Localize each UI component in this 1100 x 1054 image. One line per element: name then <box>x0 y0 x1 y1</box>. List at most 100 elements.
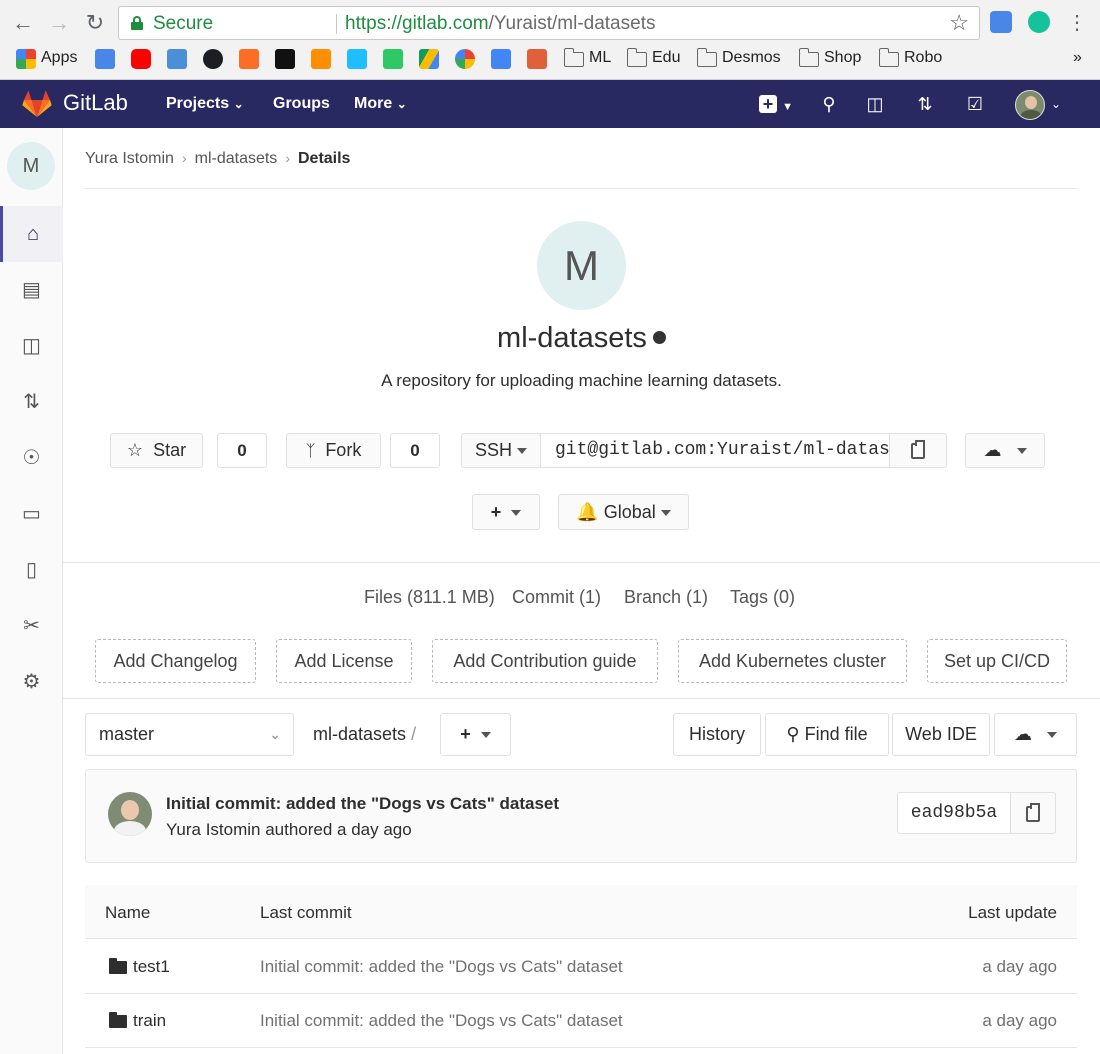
bookmark-folder-desmos[interactable]: Desmos <box>722 49 781 67</box>
address-bar[interactable]: Secure https://gitlab.com/Yuraist/ml-dat… <box>118 6 980 40</box>
file-last-commit[interactable]: Initial commit: added the "Dogs vs Cats"… <box>260 1011 623 1031</box>
snippets-scissors-icon[interactable]: ✂ <box>0 598 63 654</box>
plus-icon: + <box>490 502 502 522</box>
column-last-update: Last update <box>968 903 1057 922</box>
copy-url-button[interactable] <box>889 433 947 468</box>
back-arrow-icon[interactable]: ← <box>10 10 36 36</box>
bookmark-folder-ml[interactable]: ML <box>589 49 611 67</box>
search-icon: ⚲ <box>786 724 800 744</box>
translate-bookmark-icon[interactable] <box>95 49 115 69</box>
messages-bookmark-icon[interactable] <box>167 49 187 69</box>
setup-ci-cd-button[interactable]: Set up CI/CD <box>927 639 1067 683</box>
url-text[interactable]: https://gitlab.com/Yuraist/ml-datasets <box>345 13 655 35</box>
divider <box>63 562 1100 563</box>
star-count[interactable]: 0 <box>217 433 267 468</box>
issues-icon[interactable]: ◫ <box>863 91 887 117</box>
folder-icon <box>626 48 647 67</box>
download-cloud-icon: ☁ <box>1013 724 1032 744</box>
nav-more[interactable]: More ⌄ <box>354 95 407 113</box>
chevron-down-icon: ⌄ <box>269 726 281 742</box>
operations-icon[interactable]: ▭ <box>0 486 63 542</box>
gitlab-tanuki-icon[interactable] <box>22 90 52 118</box>
history-button[interactable]: History <box>673 713 761 756</box>
web-ide-button[interactable]: Web IDE <box>892 713 990 756</box>
files-stat-link[interactable]: Files (811.1 MB) <box>364 587 495 608</box>
translate-extension-icon[interactable] <box>990 11 1012 33</box>
merge-requests-icon[interactable]: ⇅ <box>913 91 937 117</box>
breadcrumb-owner[interactable]: Yura Istomin <box>85 150 174 167</box>
table-row[interactable]: train Initial commit: added the "Dogs vs… <box>85 994 1077 1048</box>
bookmark-star-icon[interactable]: ☆ <box>949 10 969 36</box>
commit-title[interactable]: Initial commit: added the "Dogs vs Cats"… <box>166 794 559 814</box>
commits-stat-link[interactable]: Commit (1) <box>512 587 601 608</box>
search-icon[interactable]: ⚲ <box>818 91 840 117</box>
bookmark-icon-orange[interactable] <box>527 49 547 69</box>
browser-menu-icon[interactable]: ⋮ <box>1064 10 1090 36</box>
repository-document-icon[interactable]: ▤ <box>0 262 63 318</box>
ci-cd-icon[interactable]: ☉ <box>0 430 63 486</box>
nav-projects[interactable]: Projects ⌄ <box>166 95 244 113</box>
find-file-button[interactable]: ⚲ Find file <box>765 713 889 756</box>
add-license-button[interactable]: Add License <box>276 639 412 683</box>
tensorflow-bookmark-icon[interactable] <box>311 49 331 69</box>
more-bookmarks-chevron[interactable]: » <box>1073 49 1082 67</box>
add-contribution-guide-button[interactable]: Add Contribution guide <box>432 639 658 683</box>
home-icon[interactable]: ⌂ <box>0 206 63 262</box>
bookmark-folder-shop[interactable]: Shop <box>824 49 861 67</box>
branches-stat-link[interactable]: Branch (1) <box>624 587 708 608</box>
new-item-dropdown[interactable]: + <box>472 494 540 530</box>
download-dropdown[interactable]: ☁ <box>994 713 1077 756</box>
add-kubernetes-cluster-button[interactable]: Add Kubernetes cluster <box>678 639 907 683</box>
commit-author-avatar[interactable] <box>108 792 152 836</box>
add-to-tree-dropdown[interactable]: + <box>440 713 511 756</box>
bookmark-folder-robo[interactable]: Robo <box>904 49 942 67</box>
photos-bookmark-icon[interactable] <box>455 49 475 69</box>
clone-protocol-dropdown[interactable]: SSH <box>461 433 541 468</box>
wiki-icon[interactable]: ▯ <box>0 542 63 598</box>
tags-stat-link[interactable]: Tags (0) <box>730 587 795 608</box>
column-name: Name <box>105 903 151 922</box>
breadcrumb-project[interactable]: ml-datasets <box>195 150 278 167</box>
repo-path-link[interactable]: ml-datasets <box>313 724 406 744</box>
gitlab-bookmark-icon[interactable] <box>239 49 259 69</box>
file-last-commit[interactable]: Initial commit: added the "Dogs vs Cats"… <box>260 957 623 977</box>
notification-dropdown[interactable]: 🔔 Global <box>558 494 689 530</box>
fork-count[interactable]: 0 <box>390 433 440 468</box>
add-changelog-button[interactable]: Add Changelog <box>95 639 256 683</box>
settings-gear-icon[interactable]: ⚙ <box>0 654 63 710</box>
find-file-label: Find file <box>804 724 868 744</box>
user-avatar[interactable] <box>1015 90 1045 120</box>
kaggle-bookmark-icon[interactable] <box>347 49 367 69</box>
copy-sha-button[interactable] <box>1010 792 1056 834</box>
hackerrank-bookmark-icon[interactable] <box>383 49 403 69</box>
calendar-bookmark-icon[interactable] <box>491 49 511 69</box>
branch-select[interactable]: master ⌄ <box>85 713 294 756</box>
todos-icon[interactable]: ☑ <box>963 91 987 117</box>
reload-icon[interactable]: ↻ <box>82 10 108 36</box>
gitlab-brand[interactable]: GitLab <box>63 90 128 116</box>
file-name[interactable]: test1 <box>133 957 170 977</box>
clone-url-field[interactable]: git@gitlab.com:Yuraist/ml-datasets.git <box>540 433 890 468</box>
star-button[interactable]: ☆ Star <box>110 433 203 468</box>
fork-button[interactable]: ᛉ Fork <box>286 433 381 468</box>
github-bookmark-icon[interactable] <box>203 49 223 69</box>
project-avatar-small[interactable]: M <box>7 142 55 190</box>
bookmark-folder-edu[interactable]: Edu <box>652 49 680 67</box>
nav-groups[interactable]: Groups <box>273 95 330 113</box>
apps-grid-icon[interactable] <box>16 49 36 69</box>
youtube-bookmark-icon[interactable] <box>131 49 151 69</box>
download-dropdown[interactable]: ☁ <box>965 433 1045 468</box>
divider <box>85 188 1077 189</box>
breadcrumb-current: Details <box>297 150 351 167</box>
table-row[interactable]: test1 Initial commit: added the "Dogs vs… <box>85 940 1077 994</box>
medium-bookmark-icon[interactable] <box>275 49 295 69</box>
drive-bookmark-icon[interactable] <box>419 49 439 69</box>
forward-arrow-icon[interactable]: → <box>46 10 72 36</box>
bookmark-apps[interactable]: Apps <box>41 49 77 67</box>
new-item-plus-icon[interactable]: + ▼ <box>756 91 796 117</box>
grammarly-extension-icon[interactable] <box>1028 11 1050 33</box>
commit-sha[interactable]: ead98b5a <box>897 792 1011 834</box>
last-commit-panel: Initial commit: added the "Dogs vs Cats"… <box>85 769 1077 863</box>
chevron-down-icon[interactable]: ⌄ <box>1049 91 1063 117</box>
file-name[interactable]: train <box>133 1011 166 1031</box>
